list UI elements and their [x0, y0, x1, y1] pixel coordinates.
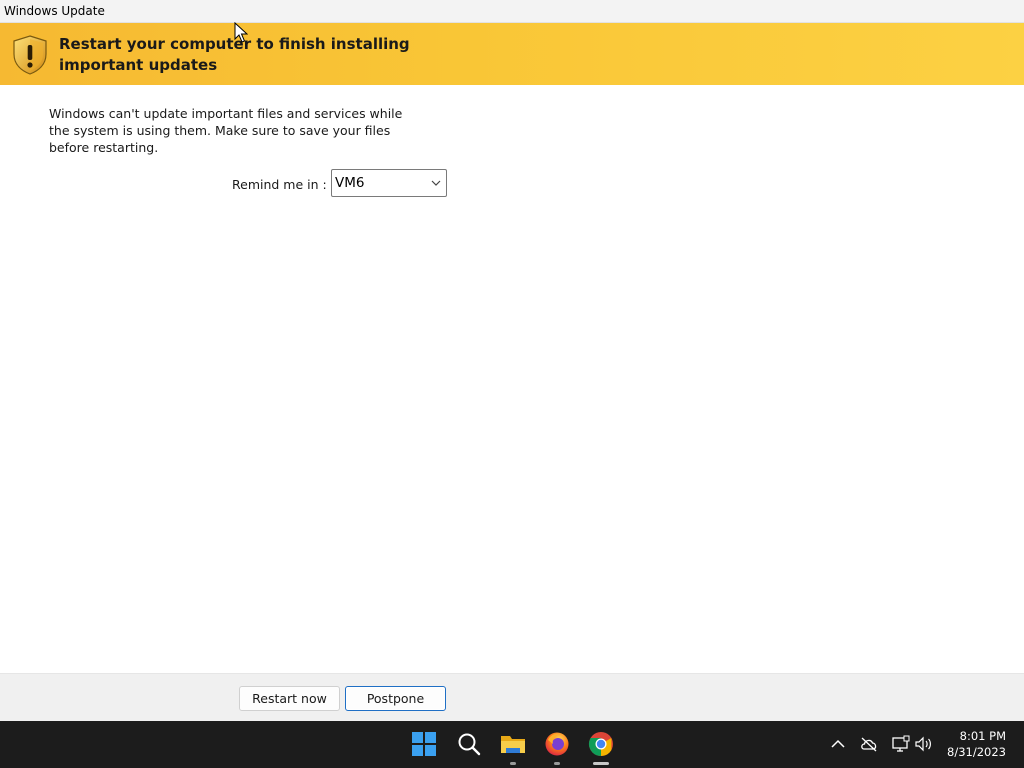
taskbar-clock[interactable]: 8:01 PM 8/31/2023 [947, 728, 1006, 760]
firefox-indicator [554, 762, 560, 765]
window-title: Windows Update [4, 4, 105, 18]
cloud-off-icon[interactable] [859, 735, 879, 753]
network-icon[interactable] [891, 735, 911, 753]
chevron-up-icon[interactable] [828, 735, 848, 753]
remind-me-label: Remind me in : [232, 177, 327, 192]
remind-me-value: VM6 [335, 175, 365, 191]
firefox-icon[interactable] [544, 731, 570, 757]
search-icon[interactable] [456, 731, 482, 757]
chevron-down-icon [431, 180, 441, 186]
dialog-footer: Restart now Postpone [0, 673, 1024, 721]
file-explorer-indicator [510, 762, 516, 765]
start-icon[interactable] [411, 731, 437, 757]
file-explorer-icon[interactable] [500, 731, 526, 757]
clock-time: 8:01 PM [959, 729, 1006, 743]
window-titlebar[interactable]: Windows Update [0, 0, 1024, 23]
warning-banner: Restart your computer to finish installi… [0, 23, 1024, 85]
taskbar: 8:01 PM 8/31/2023 [0, 721, 1024, 768]
remind-me-dropdown[interactable]: VM6 [331, 169, 447, 197]
clock-date: 8/31/2023 [947, 745, 1006, 759]
postpone-button[interactable]: Postpone [345, 686, 446, 711]
volume-icon[interactable] [914, 735, 934, 753]
chrome-icon[interactable] [588, 731, 614, 757]
banner-headline: Restart your computer to finish installi… [59, 35, 410, 74]
restart-message: Windows can't update important files and… [49, 106, 403, 155]
restart-now-button[interactable]: Restart now [239, 686, 340, 711]
chrome-indicator [593, 762, 609, 765]
warning-shield-icon [13, 35, 47, 75]
